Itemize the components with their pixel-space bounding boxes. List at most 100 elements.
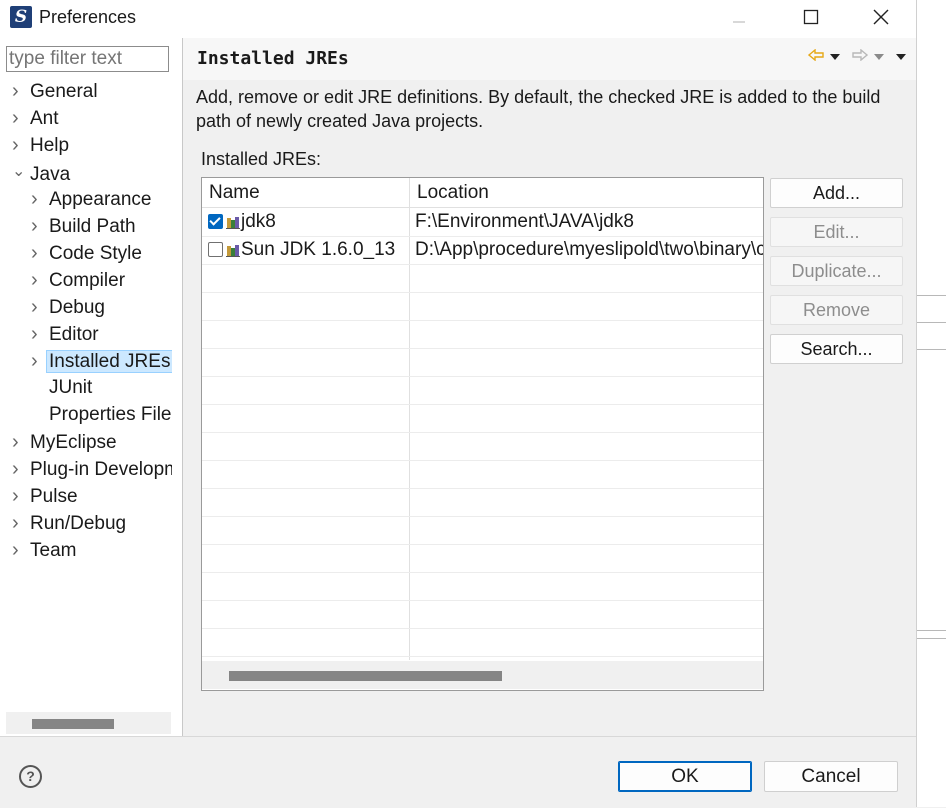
close-button[interactable]: [858, 0, 904, 34]
column-header-name[interactable]: Name: [202, 178, 409, 208]
title-bar: S Preferences: [0, 0, 916, 38]
sidebar-item[interactable]: › Help: [12, 132, 172, 158]
chevron-right-icon[interactable]: ›: [12, 456, 30, 482]
sidebar-item[interactable]: › Editor: [31, 321, 172, 347]
sidebar-item-label: Appearance: [49, 189, 152, 210]
maximize-icon: [803, 9, 819, 25]
empty-table-row: [202, 432, 763, 461]
sidebar-item[interactable]: › Run/Debug: [12, 510, 172, 536]
view-menu-icon[interactable]: [896, 48, 906, 64]
add-button[interactable]: Add...: [770, 178, 903, 208]
sidebar-item-label: MyEclipse: [30, 432, 117, 453]
installed-jres-table[interactable]: Name Location jdk8 F:\Environment\JAVA\jd…: [201, 177, 764, 691]
myeclipse-logo-icon: S: [10, 6, 32, 28]
table-row[interactable]: Sun JDK 1.6.0_13 D:\App\procedure\myeslip…: [202, 236, 763, 265]
sidebar-item[interactable]: JUnit: [31, 375, 172, 401]
sidebar-item[interactable]: › Code Style: [31, 240, 172, 266]
edit-button[interactable]: Edit...: [770, 217, 903, 247]
sidebar-item[interactable]: › General: [12, 78, 172, 104]
sidebar-item-label: Pulse: [30, 486, 78, 507]
sidebar-item[interactable]: ⌄ Java: [12, 159, 172, 185]
empty-table-row: [202, 320, 763, 349]
empty-table-row: [202, 628, 763, 657]
chevron-right-icon[interactable]: ›: [31, 186, 49, 212]
empty-table-row: [202, 376, 763, 405]
chevron-right-icon[interactable]: ›: [31, 321, 49, 347]
chevron-down-icon[interactable]: ⌄: [12, 159, 30, 185]
sidebar-item-label: Properties Files Editor: [49, 404, 172, 425]
sidebar-item-label: JUnit: [49, 377, 93, 398]
sidebar-item-label: Run/Debug: [30, 513, 127, 534]
search-button[interactable]: Search...: [770, 334, 903, 364]
ok-button[interactable]: OK: [618, 761, 752, 792]
chevron-right-icon[interactable]: ›: [31, 267, 49, 293]
jre-default-checkbox[interactable]: [208, 242, 223, 257]
sidebar-item[interactable]: › Appearance: [31, 186, 172, 212]
empty-table-row: [202, 460, 763, 489]
back-dropdown-icon[interactable]: [830, 48, 840, 64]
scrollbar-thumb[interactable]: [32, 719, 114, 729]
sidebar-item-label: Java: [30, 164, 71, 185]
column-header-location[interactable]: Location: [410, 178, 763, 208]
jre-name: Sun JDK 1.6.0_13: [241, 239, 396, 260]
sidebar-item[interactable]: › Pulse: [12, 483, 172, 509]
chevron-right-icon[interactable]: ›: [12, 132, 30, 158]
back-arrow-icon[interactable]: [807, 48, 824, 64]
filter-input[interactable]: [6, 46, 169, 72]
table-horizontal-scrollbar[interactable]: [202, 661, 763, 689]
remove-button[interactable]: Remove: [770, 295, 903, 325]
jre-library-icon: [226, 245, 240, 257]
sidebar-item[interactable]: › Build Path: [31, 213, 172, 239]
cancel-button[interactable]: Cancel: [764, 761, 898, 792]
forward-arrow-icon[interactable]: [852, 48, 869, 64]
jre-location: D:\App\procedure\myeslipold\two\binary\c…: [415, 239, 763, 260]
sidebar-item[interactable]: › Ant: [12, 105, 172, 131]
chevron-right-icon[interactable]: ›: [12, 105, 30, 131]
chevron-right-icon[interactable]: ›: [12, 483, 30, 509]
minimize-button[interactable]: [716, 0, 762, 34]
maximize-button[interactable]: [788, 0, 834, 34]
chevron-right-icon[interactable]: ›: [31, 213, 49, 239]
sidebar-item-label: Ant: [30, 108, 59, 129]
page-header: Installed JREs: [183, 38, 916, 80]
sidebar-item[interactable]: Properties Files Editor: [31, 402, 172, 428]
page-title: Installed JREs: [197, 48, 349, 69]
sidebar-item[interactable]: › MyEclipse: [12, 429, 172, 455]
sidebar-item[interactable]: › Installed JREs: [31, 348, 172, 374]
empty-table-row: [202, 264, 763, 293]
table-row[interactable]: jdk8 F:\Environment\JAVA\jdk8: [202, 208, 763, 237]
chevron-right-icon[interactable]: ›: [12, 537, 30, 563]
scrollbar-thumb[interactable]: [229, 671, 502, 681]
forward-dropdown-icon[interactable]: [874, 48, 884, 64]
sidebar-item-label: Editor: [49, 324, 99, 345]
name-cell: Sun JDK 1.6.0_13: [208, 236, 406, 264]
sidebar-item[interactable]: › Debug: [31, 294, 172, 320]
jre-default-checkbox[interactable]: [208, 214, 223, 229]
chevron-right-icon[interactable]: ›: [12, 78, 30, 104]
chevron-right-icon[interactable]: ›: [31, 240, 49, 266]
empty-table-row: [202, 572, 763, 601]
sidebar-item-label: Installed JREs: [46, 350, 172, 373]
duplicate-button[interactable]: Duplicate...: [770, 256, 903, 286]
page-navigation: [807, 48, 906, 64]
sidebar-horizontal-scrollbar[interactable]: [6, 712, 171, 734]
jre-name: jdk8: [241, 211, 276, 232]
preferences-sidebar: ›General›Ant›Help⌄Java›Appearance›Build …: [0, 38, 183, 736]
empty-table-row: [202, 488, 763, 517]
help-icon[interactable]: ?: [19, 765, 42, 788]
chevron-right-icon[interactable]: ›: [12, 510, 30, 536]
close-icon: [873, 9, 889, 25]
empty-table-row: [202, 600, 763, 629]
sidebar-item-label: Plug-in Development: [30, 459, 172, 480]
chevron-right-icon[interactable]: ›: [31, 294, 49, 320]
sidebar-item-label: Help: [30, 135, 70, 156]
sidebar-item[interactable]: › Compiler: [31, 267, 172, 293]
sidebar-item-label: Code Style: [49, 243, 142, 264]
name-cell: jdk8: [208, 208, 406, 236]
empty-table-row: [202, 348, 763, 377]
sidebar-item[interactable]: ›Plug-in Development: [12, 456, 172, 482]
sidebar-item[interactable]: › Team: [12, 537, 172, 563]
sidebar-item-label: General: [30, 81, 98, 102]
installed-jres-label: Installed JREs:: [201, 149, 322, 169]
chevron-right-icon[interactable]: ›: [12, 429, 30, 455]
